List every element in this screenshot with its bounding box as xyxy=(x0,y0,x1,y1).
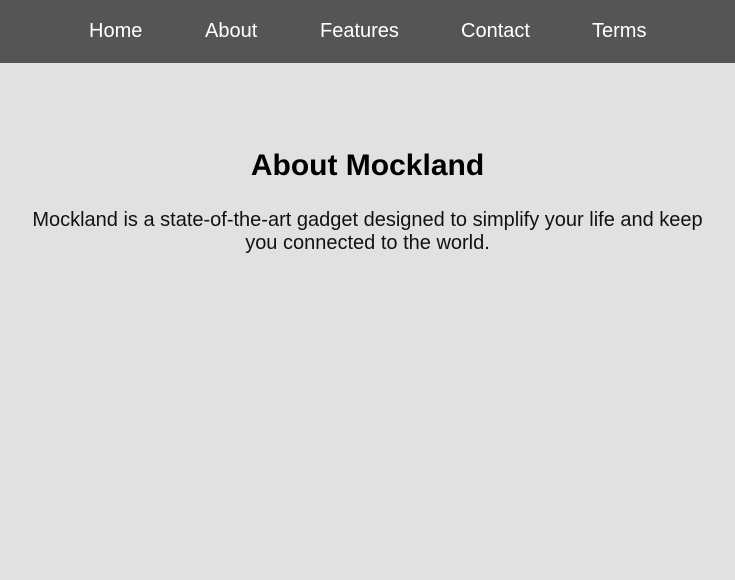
nav-link-features[interactable]: Features xyxy=(320,0,399,63)
top-navbar: Home About Features Contact Terms xyxy=(0,0,735,63)
page-description: Mockland is a state-of-the-art gadget de… xyxy=(32,209,703,254)
nav-link-home[interactable]: Home xyxy=(89,0,142,63)
page-title: About Mockland xyxy=(250,149,485,182)
nav-link-contact[interactable]: Contact xyxy=(461,0,530,63)
nav-link-about[interactable]: About xyxy=(205,0,257,63)
nav-link-terms[interactable]: Terms xyxy=(592,0,646,63)
